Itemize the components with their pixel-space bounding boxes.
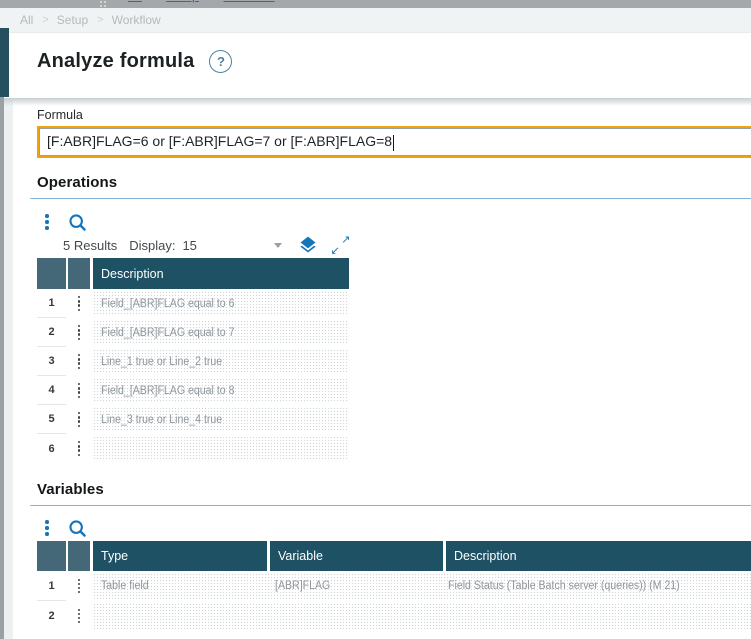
type-cell[interactable] <box>93 603 267 629</box>
table-row: 2 <box>37 601 751 631</box>
row-menu-icon[interactable] <box>68 601 90 631</box>
row-number: 2 <box>48 610 55 622</box>
row-number: 1 <box>37 571 66 601</box>
variables-section-header: Variables <box>30 481 751 506</box>
row-menu-icon[interactable] <box>68 571 90 601</box>
table-row: 4 Field_[ABR]FLAG equal to 8 <box>37 376 751 405</box>
breadcrumb-item-workflow[interactable]: Workflow <box>112 13 161 27</box>
breadcrumb: All > Setup > Workflow <box>0 8 751 33</box>
results-count: 5 Results <box>63 237 118 253</box>
breadcrumb-separator: > <box>97 14 104 26</box>
analyze-formula-window: All > Setup > Workflow All > Setup > Workflo… <box>0 0 751 639</box>
row-menu-icon[interactable] <box>68 318 90 347</box>
description-cell[interactable]: Field Status (Table Batch server (querie… <box>440 573 751 599</box>
description-cell[interactable]: Field_[ABR]FLAG equal to 6 <box>93 291 349 316</box>
description-cell[interactable] <box>93 436 349 461</box>
operations-table: Description 1 Field_[ABR]FLAG equal to 6… <box>37 258 751 463</box>
display-value: 15 <box>182 237 197 253</box>
rowmenu-column-header <box>68 541 90 571</box>
operations-table-header: Description <box>37 258 751 289</box>
description-cell[interactable] <box>440 603 751 629</box>
row-menu-icon[interactable] <box>68 347 90 376</box>
operations-resultbar: 5 Results Display: 15 ↗ ↙ <box>37 234 751 257</box>
row-number: 2 <box>37 318 66 347</box>
page-body: Formula [F:ABR]FLAG=6 or [F:ABR]FLAG=7 o… <box>0 98 751 639</box>
operations-title: Operations <box>37 174 118 191</box>
table-row: 3 Line_1 true or Line_2 true <box>37 347 751 376</box>
breadcrumb-item-setup[interactable]: Setup <box>57 13 88 27</box>
rownum-column-header <box>37 258 66 289</box>
background-breadcrumb-workflow[interactable]: Workflow <box>223 0 274 3</box>
chevron-down-icon <box>274 242 283 248</box>
expand-icon[interactable]: ↗ ↙ <box>330 234 350 257</box>
background-breadcrumb-setup[interactable]: Setup <box>166 0 199 3</box>
variables-toolbar <box>37 518 751 538</box>
variable-cell[interactable] <box>267 603 440 629</box>
description-cell[interactable]: Line_3 true or Line_4 true <box>93 407 349 432</box>
description-cell[interactable]: Field_[ABR]FLAG equal to 8 <box>93 378 349 403</box>
display-select[interactable]: 15 <box>182 237 283 253</box>
content-panel: Formula [F:ABR]FLAG=6 or [F:ABR]FLAG=7 o… <box>13 98 751 639</box>
background-breadcrumb-all[interactable]: All <box>128 0 142 3</box>
operations-toolbar <box>37 212 751 232</box>
operations-section-header: Operations <box>30 174 751 199</box>
background-breadcrumb: All > Setup > Workflow <box>128 0 275 5</box>
variables-table: Type Variable Description 1 Table field … <box>37 541 751 631</box>
header-shadow <box>0 98 751 106</box>
row-number: 3 <box>37 347 66 376</box>
table-row: 6 <box>37 434 751 463</box>
variables-title: Variables <box>37 481 104 498</box>
type-column-header[interactable]: Type <box>93 541 267 571</box>
variables-search-icon[interactable] <box>68 519 87 538</box>
description-cell[interactable]: Field_[ABR]FLAG equal to 7 <box>93 320 349 345</box>
breadcrumb-separator: > <box>42 14 49 26</box>
variable-cell[interactable]: [ABR]FLAG <box>267 573 440 599</box>
description-column-header[interactable]: Description <box>446 541 751 571</box>
formula-label: Formula <box>37 108 83 122</box>
breadcrumb-separator: > <box>208 0 214 3</box>
background-sidebar-edge <box>0 28 9 97</box>
drag-handle-icon <box>100 1 106 7</box>
table-row: 2 Field_[ABR]FLAG equal to 7 <box>37 318 751 347</box>
breadcrumb-item-all[interactable]: All <box>20 13 33 27</box>
row-number: 5 <box>37 405 66 434</box>
row-number: 1 <box>37 289 66 318</box>
table-row: 5 Line_3 true or Line_4 true <box>37 405 751 434</box>
description-column-header[interactable]: Description <box>93 258 349 289</box>
text-cursor <box>393 134 395 151</box>
display-label: Display: <box>129 237 176 253</box>
layers-icon[interactable] <box>298 235 318 255</box>
variables-table-header: Type Variable Description <box>37 541 751 571</box>
row-menu-icon[interactable] <box>68 405 90 434</box>
formula-input-wrap: [F:ABR]FLAG=6 or [F:ABR]FLAG=7 or [F:ABR… <box>37 126 751 158</box>
help-icon[interactable]: ? <box>209 50 233 73</box>
table-row: 1 Field_[ABR]FLAG equal to 6 <box>37 289 751 318</box>
variable-column-header[interactable]: Variable <box>270 541 443 571</box>
row-menu-icon[interactable] <box>68 376 90 405</box>
row-number: 4 <box>37 376 66 405</box>
operations-search-icon[interactable] <box>68 213 87 232</box>
description-cell[interactable]: Line_1 true or Line_2 true <box>93 349 349 374</box>
table-row: 1 Table field [ABR]FLAG Field Status (Ta… <box>37 571 751 601</box>
page-title: Analyze formula <box>37 50 195 72</box>
rownum-column-header <box>37 541 66 571</box>
formula-input[interactable]: [F:ABR]FLAG=6 or [F:ABR]FLAG=7 or [F:ABR… <box>39 128 751 156</box>
breadcrumb-separator: > <box>151 0 157 3</box>
row-menu-icon[interactable] <box>68 434 90 463</box>
type-cell[interactable]: Table field <box>93 573 267 599</box>
rowmenu-column-header <box>68 258 90 289</box>
operations-menu-icon[interactable] <box>43 214 51 230</box>
background-window-edge <box>0 97 4 639</box>
row-number: 6 <box>48 442 55 455</box>
background-app-bar: All > Setup > Workflow <box>0 0 751 8</box>
row-menu-icon[interactable] <box>68 289 90 318</box>
page-header: Analyze formula ? <box>0 33 751 90</box>
variables-menu-icon[interactable] <box>43 520 51 536</box>
